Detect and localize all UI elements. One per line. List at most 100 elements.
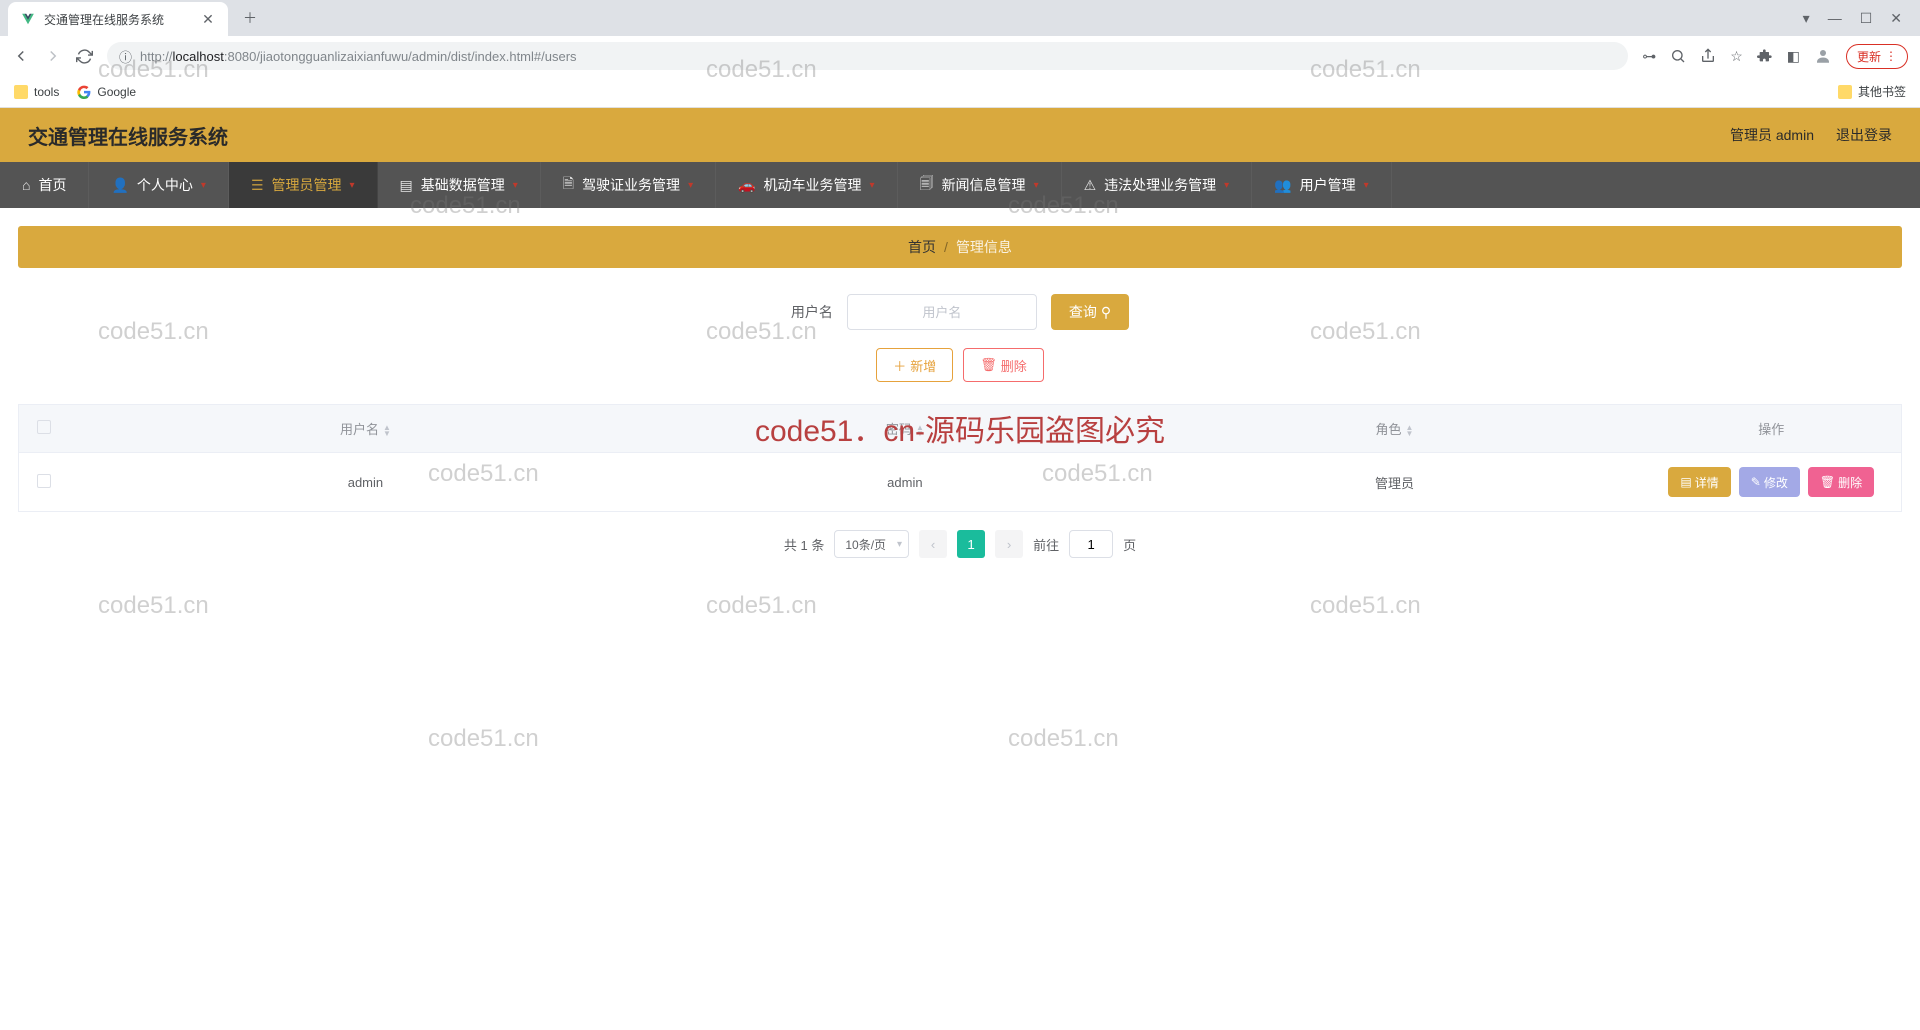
chevron-down-icon: ▾ — [1034, 180, 1039, 191]
jump-prefix: 前往 — [1033, 535, 1059, 554]
prev-page-button[interactable]: ‹ — [919, 530, 947, 558]
home-icon: ⌂ — [22, 177, 30, 193]
chevron-down-icon: ▾ — [688, 180, 693, 191]
list-icon: ☰ — [251, 177, 264, 194]
tab-bar: 交通管理在线服务系统 ✕ ＋ ▾ ― ☐ ✕ — [0, 0, 1920, 36]
reload-button[interactable] — [76, 48, 93, 65]
bookmark-tools[interactable]: tools — [14, 85, 59, 99]
data-icon: ▤ — [400, 177, 413, 194]
minimize-icon[interactable]: ― — [1828, 10, 1842, 27]
search-row: 用户名 查询⚲ — [18, 294, 1902, 330]
edit-icon: ✎ — [1751, 475, 1761, 489]
page-jump-input[interactable] — [1069, 530, 1113, 558]
browser-tab[interactable]: 交通管理在线服务系统 ✕ — [8, 2, 228, 36]
detail-button[interactable]: ▤详情 — [1668, 467, 1730, 497]
search-icon: ⚲ — [1101, 304, 1111, 321]
add-button[interactable]: ＋新增 — [876, 348, 953, 382]
users-icon: 👥 — [1274, 177, 1291, 194]
data-table: 用户名▲▼ 密码▲▼ 角色▲▼ 操作 admin admin 管理员 ▤详情 ✎… — [18, 404, 1902, 512]
warn-icon: ⚠ — [1084, 177, 1097, 194]
forward-button[interactable] — [44, 47, 62, 65]
address-bar: ⓘ http://localhost:8080/jiaotongguanliza… — [0, 36, 1920, 76]
next-page-button[interactable]: › — [995, 530, 1023, 558]
col-password[interactable]: 密码▲▼ — [662, 405, 1147, 453]
row-checkbox[interactable] — [37, 474, 51, 488]
url-input[interactable]: ⓘ http://localhost:8080/jiaotongguanliza… — [107, 42, 1628, 70]
search-input[interactable] — [847, 294, 1037, 330]
window-dropdown-icon[interactable]: ▾ — [1803, 10, 1810, 27]
action-row: ＋新增 🗑删除 — [18, 348, 1902, 382]
nav-basedata[interactable]: ▤基础数据管理▾ — [378, 162, 541, 208]
nav-home[interactable]: ⌂首页 — [0, 162, 89, 208]
password-key-icon[interactable]: ⊶ — [1642, 48, 1656, 65]
pagination-total: 共 1 条 — [784, 535, 824, 554]
chevron-down-icon: ▾ — [201, 180, 206, 191]
folder-icon — [14, 85, 28, 99]
breadcrumb-home[interactable]: 首页 — [908, 237, 936, 257]
sort-icon: ▲▼ — [1406, 425, 1414, 437]
back-button[interactable] — [12, 47, 30, 65]
header-user-label[interactable]: 管理员 admin — [1730, 125, 1814, 145]
row-delete-button[interactable]: 🗑删除 — [1808, 467, 1874, 497]
jump-suffix: 页 — [1123, 535, 1136, 554]
site-info-icon[interactable]: ⓘ — [119, 47, 132, 66]
new-tab-button[interactable]: ＋ — [236, 4, 264, 32]
share-icon[interactable] — [1700, 48, 1716, 64]
maximize-icon[interactable]: ☐ — [1860, 10, 1873, 27]
profile-icon[interactable] — [1814, 47, 1832, 65]
breadcrumb-separator: / — [944, 239, 948, 255]
extensions-icon[interactable] — [1757, 48, 1773, 64]
trash-icon: 🗑 — [1820, 475, 1835, 489]
bookmark-bar: tools Google 其他书签 — [0, 76, 1920, 108]
window-controls: ▾ ― ☐ ✕ — [1803, 10, 1912, 27]
bookmark-google[interactable]: Google — [77, 85, 136, 99]
col-username[interactable]: 用户名▲▼ — [69, 405, 663, 453]
bookmark-other[interactable]: 其他书签 — [1838, 83, 1906, 100]
edit-button[interactable]: ✎修改 — [1739, 467, 1800, 497]
delete-button[interactable]: 🗑删除 — [963, 348, 1044, 382]
nav-violation[interactable]: ⚠违法处理业务管理▾ — [1062, 162, 1253, 208]
license-icon: 🗎 — [563, 173, 574, 197]
cell-password: admin — [662, 453, 1147, 512]
nav-menu: ⌂首页 👤个人中心▾ ☰管理员管理▾ ▤基础数据管理▾ 🗎驾驶证业务管理▾ 🚗机… — [0, 162, 1920, 208]
col-ops: 操作 — [1642, 405, 1902, 453]
nav-users[interactable]: 👥用户管理▾ — [1252, 162, 1391, 208]
browser-chrome: 交通管理在线服务系统 ✕ ＋ ▾ ― ☐ ✕ ⓘ http://localhos… — [0, 0, 1920, 108]
toolbar-right: ⊶ ☆ ◧ 更新⋮ — [1642, 44, 1908, 69]
sort-icon: ▲▼ — [916, 425, 924, 437]
nav-news[interactable]: 🗐新闻信息管理▾ — [898, 162, 1062, 208]
zoom-icon[interactable] — [1670, 48, 1686, 64]
chevron-down-icon: ▾ — [350, 180, 355, 191]
folder-icon — [1838, 85, 1852, 99]
logout-link[interactable]: 退出登录 — [1836, 125, 1892, 145]
chevron-down-icon: ▾ — [870, 180, 875, 191]
search-button[interactable]: 查询⚲ — [1051, 294, 1129, 330]
cell-username: admin — [69, 453, 663, 512]
detail-icon: ▤ — [1680, 475, 1691, 489]
google-icon — [77, 85, 91, 99]
chevron-down-icon: ▾ — [1364, 180, 1369, 191]
search-label: 用户名 — [791, 302, 833, 322]
nav-admin[interactable]: ☰管理员管理▾ — [229, 162, 378, 208]
close-window-icon[interactable]: ✕ — [1890, 10, 1902, 27]
nav-personal[interactable]: 👤个人中心▾ — [89, 162, 228, 208]
breadcrumb: 首页 / 管理信息 — [18, 226, 1902, 268]
app-header: 交通管理在线服务系统 管理员 admin 退出登录 — [0, 108, 1920, 162]
car-icon: 🚗 — [738, 177, 755, 194]
side-panel-icon[interactable]: ◧ — [1787, 48, 1800, 65]
update-button[interactable]: 更新⋮ — [1846, 44, 1908, 69]
cell-role: 管理员 — [1147, 453, 1641, 512]
pagination: 共 1 条 10条/页▾ ‹ 1 › 前往 页 — [18, 530, 1902, 558]
page-size-select[interactable]: 10条/页▾ — [834, 530, 909, 558]
user-icon: 👤 — [111, 177, 128, 194]
nav-vehicle[interactable]: 🚗机动车业务管理▾ — [716, 162, 897, 208]
page-number-button[interactable]: 1 — [957, 530, 985, 558]
star-icon[interactable]: ☆ — [1730, 48, 1743, 65]
select-all-checkbox[interactable] — [37, 420, 51, 434]
close-icon[interactable]: ✕ — [200, 11, 216, 27]
col-role[interactable]: 角色▲▼ — [1147, 405, 1641, 453]
chevron-down-icon: ▾ — [1224, 180, 1229, 191]
news-icon: 🗐 — [920, 173, 934, 197]
nav-license[interactable]: 🗎驾驶证业务管理▾ — [541, 162, 716, 208]
table-header-row: 用户名▲▼ 密码▲▼ 角色▲▼ 操作 — [19, 405, 1902, 453]
